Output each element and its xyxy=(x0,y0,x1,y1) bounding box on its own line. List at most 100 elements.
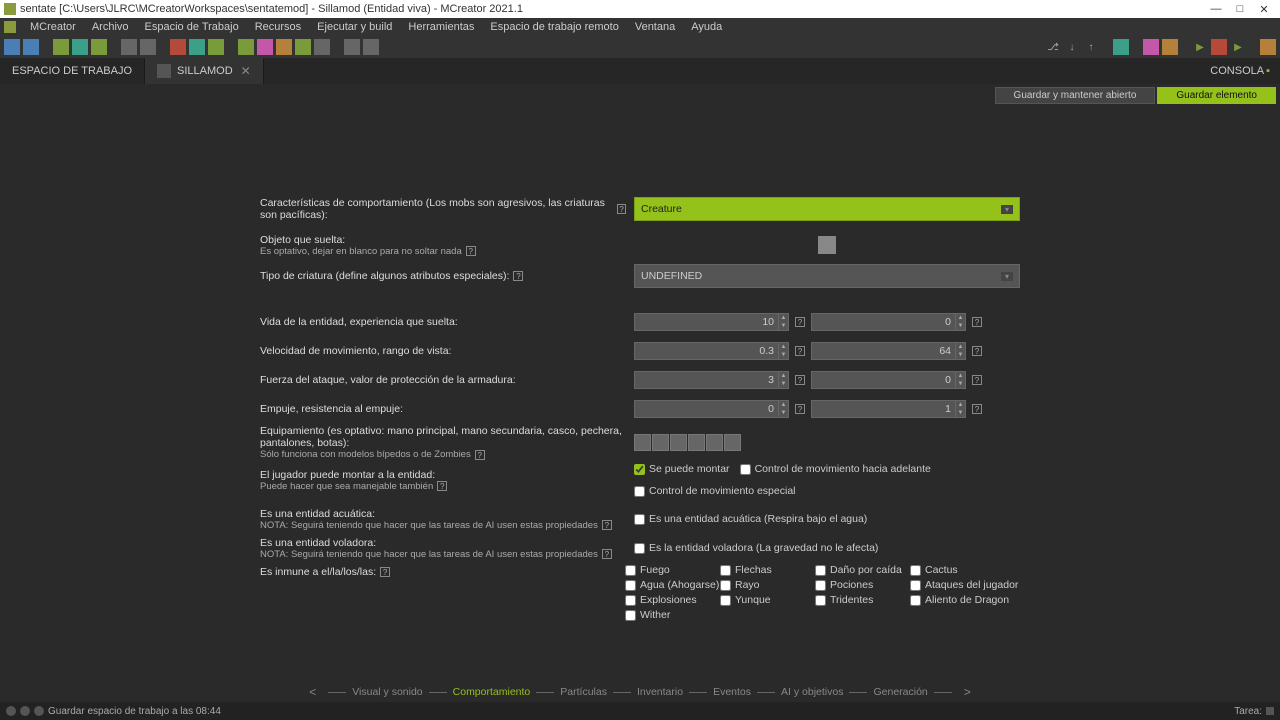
vcs-icon[interactable]: ⎇ xyxy=(1045,39,1061,55)
tool-icon-8[interactable] xyxy=(170,39,186,55)
wizard-step-generacion[interactable]: Generación xyxy=(873,686,927,698)
help-icon[interactable]: ? xyxy=(437,481,447,491)
tool-icon-6[interactable] xyxy=(121,39,137,55)
drop-item-slot[interactable] xyxy=(818,236,836,254)
forward-control-checkbox[interactable]: Control de movimiento hacia adelante xyxy=(740,463,931,475)
close-button[interactable]: ✕ xyxy=(1252,2,1276,16)
equip-slot-chest[interactable] xyxy=(688,434,705,451)
help-icon[interactable]: ? xyxy=(972,317,982,327)
equip-slot-legs[interactable] xyxy=(706,434,723,451)
menu-mcreator[interactable]: MCreator xyxy=(22,21,84,33)
tool-icon-1[interactable] xyxy=(4,39,20,55)
tool-icon-7[interactable] xyxy=(140,39,156,55)
immune-yunque[interactable]: Yunque xyxy=(720,594,815,606)
immune-dragon[interactable]: Aliento de Dragon xyxy=(910,594,1020,606)
wizard-step-ai[interactable]: AI y objetivos xyxy=(781,686,843,698)
immune-agua[interactable]: Agua (Ahogarse) xyxy=(625,579,720,591)
wizard-step-particulas[interactable]: Partículas xyxy=(560,686,607,698)
help-icon[interactable]: ? xyxy=(513,271,523,281)
help-icon[interactable]: ? xyxy=(972,375,982,385)
knockback-input[interactable]: ▲▼ xyxy=(634,400,789,418)
console-tab[interactable]: CONSOLA▪ xyxy=(1200,58,1280,84)
status-icon-3[interactable] xyxy=(34,706,44,716)
tool-icon-2[interactable] xyxy=(23,39,39,55)
attack-input[interactable]: ▲▼ xyxy=(634,371,789,389)
special-control-checkbox[interactable]: Control de movimiento especial xyxy=(634,485,796,497)
up-icon[interactable]: ↑ xyxy=(1083,39,1099,55)
immune-rayo[interactable]: Rayo xyxy=(720,579,815,591)
help-icon[interactable]: ? xyxy=(475,450,485,460)
immune-explosiones[interactable]: Explosiones xyxy=(625,594,720,606)
kb-resist-input[interactable]: ▲▼ xyxy=(811,400,966,418)
wizard-step-visual[interactable]: Visual y sonido xyxy=(352,686,422,698)
immune-wither[interactable]: Wither xyxy=(625,609,720,621)
behavior-dropdown[interactable]: Creature xyxy=(634,197,1020,221)
xp-input[interactable]: ▲▼ xyxy=(811,313,966,331)
creature-type-dropdown[interactable]: UNDEFINED xyxy=(634,264,1020,288)
help-icon[interactable]: ? xyxy=(795,375,805,385)
help-icon[interactable]: ? xyxy=(795,404,805,414)
tool-icon-r1[interactable] xyxy=(1113,39,1129,55)
save-keep-open-button[interactable]: Guardar y mantener abierto xyxy=(995,87,1156,104)
down-icon[interactable]: ↓ xyxy=(1064,39,1080,55)
tool-icon-12[interactable] xyxy=(257,39,273,55)
armor-input[interactable]: ▲▼ xyxy=(811,371,966,389)
tool-icon-9[interactable] xyxy=(189,39,205,55)
tool-icon-r2[interactable] xyxy=(1143,39,1159,55)
help-icon[interactable]: ? xyxy=(972,346,982,356)
menu-remoto[interactable]: Espacio de trabajo remoto xyxy=(482,21,626,33)
view-range-input[interactable]: ▲▼ xyxy=(811,342,966,360)
wizard-step-comportamiento[interactable]: Comportamiento xyxy=(453,686,531,698)
tool-icon-r3[interactable] xyxy=(1162,39,1178,55)
flying-entity-checkbox[interactable]: Es la entidad voladora (La gravedad no l… xyxy=(634,542,878,554)
equip-slot-helmet[interactable] xyxy=(670,434,687,451)
stop-icon[interactable] xyxy=(1211,39,1227,55)
run2-icon[interactable]: ▶ xyxy=(1230,39,1246,55)
tab-workspace[interactable]: ESPACIO DE TRABAJO xyxy=(0,58,145,84)
tool-icon-13[interactable] xyxy=(276,39,292,55)
wizard-next-icon[interactable]: > xyxy=(958,685,977,699)
speed-input[interactable]: ▲▼ xyxy=(634,342,789,360)
immune-pociones[interactable]: Pociones xyxy=(815,579,910,591)
menu-herramientas[interactable]: Herramientas xyxy=(400,21,482,33)
export-icon[interactable] xyxy=(1260,39,1276,55)
help-icon[interactable]: ? xyxy=(795,346,805,356)
equip-slot-boots[interactable] xyxy=(724,434,741,451)
maximize-button[interactable]: □ xyxy=(1228,2,1252,16)
tool-icon-5[interactable] xyxy=(91,39,107,55)
immune-jugador[interactable]: Ataques del jugador xyxy=(910,579,1020,591)
tab-close-icon[interactable]: ✕ xyxy=(241,64,251,78)
tool-icon-4[interactable] xyxy=(72,39,88,55)
help-icon[interactable]: ? xyxy=(466,246,476,256)
menu-ventana[interactable]: Ventana xyxy=(627,21,683,33)
immune-flechas[interactable]: Flechas xyxy=(720,564,815,576)
menu-archivo[interactable]: Archivo xyxy=(84,21,137,33)
immune-cactus[interactable]: Cactus xyxy=(910,564,1020,576)
help-icon[interactable]: ? xyxy=(602,549,612,559)
tool-icon-3[interactable] xyxy=(53,39,69,55)
equip-slot-mainhand[interactable] xyxy=(634,434,651,451)
status-icon-1[interactable] xyxy=(6,706,16,716)
menu-ejecutar[interactable]: Ejecutar y build xyxy=(309,21,400,33)
wizard-step-inventario[interactable]: Inventario xyxy=(637,686,683,698)
health-input[interactable]: ▲▼ xyxy=(634,313,789,331)
tool-icon-11[interactable] xyxy=(238,39,254,55)
immune-tridentes[interactable]: Tridentes xyxy=(815,594,910,606)
save-element-button[interactable]: Guardar elemento xyxy=(1157,87,1276,104)
tool-icon-15[interactable] xyxy=(314,39,330,55)
equip-slot-offhand[interactable] xyxy=(652,434,669,451)
immune-caida[interactable]: Daño por caída xyxy=(815,564,910,576)
tab-sillamod[interactable]: SILLAMOD ✕ xyxy=(145,58,264,84)
menu-ayuda[interactable]: Ayuda xyxy=(683,21,730,33)
tool-icon-16[interactable] xyxy=(344,39,360,55)
help-icon[interactable]: ? xyxy=(972,404,982,414)
menu-espacio[interactable]: Espacio de Trabajo xyxy=(137,21,247,33)
help-icon[interactable]: ? xyxy=(380,567,390,577)
status-icon-2[interactable] xyxy=(20,706,30,716)
tool-icon-17[interactable] xyxy=(363,39,379,55)
wizard-step-eventos[interactable]: Eventos xyxy=(713,686,751,698)
rideable-checkbox[interactable]: Se puede montar xyxy=(634,463,730,475)
menu-recursos[interactable]: Recursos xyxy=(247,21,309,33)
wizard-prev-icon[interactable]: < xyxy=(303,685,322,699)
water-entity-checkbox[interactable]: Es una entidad acuática (Respira bajo el… xyxy=(634,513,867,525)
